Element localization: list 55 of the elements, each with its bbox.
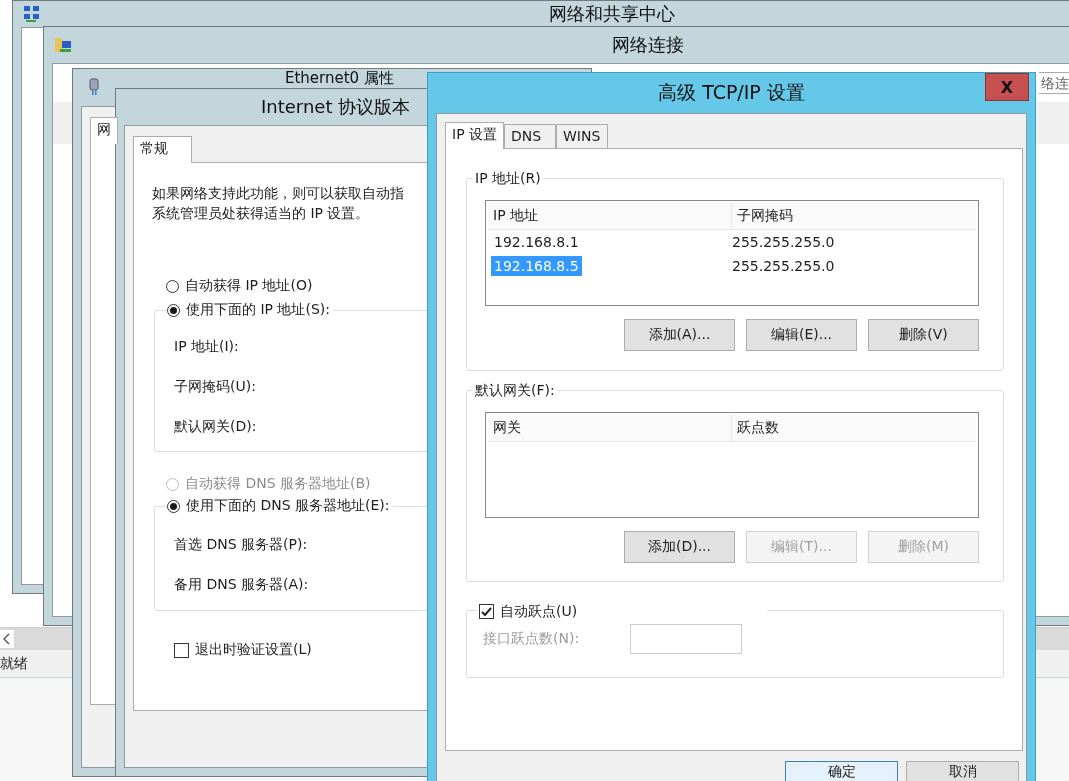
search-field[interactable]: 络连 — [1039, 72, 1069, 94]
action-button[interactable]: 编辑(E)... — [746, 319, 857, 351]
column-header[interactable]: IP 地址 — [488, 203, 732, 229]
radio-button[interactable]: 使用下面的 IP 地址(S): — [167, 300, 333, 320]
list-view[interactable]: 网关 跃点数 — [485, 412, 979, 518]
field-label: IP 地址(I): — [174, 337, 239, 356]
radio-circle[interactable] — [167, 303, 180, 317]
window-title: 网络连接 — [612, 33, 684, 57]
tab[interactable]: DNS — [504, 124, 557, 148]
action-button[interactable]: 删除(V) — [868, 319, 979, 351]
field-label: 首选 DNS 服务器(P): — [174, 535, 308, 554]
window-title: 网络和共享中心 — [549, 2, 675, 26]
field-label: 子网掩码(U): — [174, 377, 256, 396]
tab[interactable]: IP 设置 — [445, 122, 505, 149]
close-button[interactable]: X — [985, 73, 1029, 101]
radio-circle[interactable] — [166, 279, 179, 293]
folder-network-icon — [54, 36, 73, 54]
tab[interactable]: WINS — [556, 124, 609, 148]
column-header[interactable]: 子网掩码 — [732, 203, 793, 229]
field-label: 备用 DNS 服务器(A): — [174, 575, 309, 594]
description-text: 系统管理员处获得适当的 IP 设置。 — [152, 204, 370, 223]
window-title: Ethernet0 属性 — [285, 70, 394, 87]
radio-circle[interactable] — [167, 499, 180, 513]
field-label: 默认网关(D): — [174, 417, 257, 436]
window-title: 高级 TCP/IP 设置 — [658, 80, 805, 105]
status-text: 就绪 — [0, 654, 28, 673]
column-header[interactable]: 网关 — [488, 415, 732, 441]
group-label: 默认网关(F): — [473, 380, 557, 400]
checkbox-box[interactable] — [174, 642, 189, 658]
scrollbar-track[interactable] — [1036, 627, 1069, 649]
radio-button[interactable]: 自动获得 IP 地址(O) — [166, 276, 313, 296]
dialog-button[interactable]: 确定 — [785, 761, 898, 781]
tab[interactable]: 网 — [90, 117, 118, 144]
radio-button[interactable]: 使用下面的 DNS 服务器地址(E): — [167, 496, 393, 516]
table-cell-text: 255.255.255.0 — [732, 257, 835, 276]
checkbox[interactable]: 自动跃点(U) — [477, 601, 768, 621]
column-header[interactable]: 跃点数 — [732, 415, 779, 441]
action-button[interactable]: 添加(A)... — [624, 319, 735, 351]
network-icon — [23, 5, 41, 23]
table-cell-text: 255.255.255.0 — [732, 233, 835, 252]
list-view[interactable]: IP 地址 子网掩码 192.168.8.1 255.255.255.0 192.168.8.5 255.255.255.0 — [485, 200, 979, 306]
tab[interactable]: 常规 — [133, 136, 192, 163]
window-title: Internet 协议版本 — [261, 95, 411, 119]
horizontal-scrollbar[interactable] — [0, 627, 72, 649]
plug-icon — [89, 78, 99, 96]
checkbox[interactable]: 退出时验证设置(L) — [174, 640, 312, 660]
group-label: IP 地址(R) — [473, 168, 543, 188]
list-item[interactable]: 192.168.8.1 — [491, 232, 582, 252]
action-button[interactable]: 添加(D)... — [624, 531, 735, 563]
dialog-button[interactable]: 取消 — [906, 761, 1019, 781]
input-field[interactable] — [630, 624, 742, 654]
description-text: 如果网络支持此功能，则可以获取自动指 — [152, 184, 404, 203]
checkbox-box[interactable] — [479, 603, 494, 619]
scroll-left-icon[interactable] — [0, 629, 14, 648]
field-label: 接口跃点数(N): — [483, 630, 581, 648]
